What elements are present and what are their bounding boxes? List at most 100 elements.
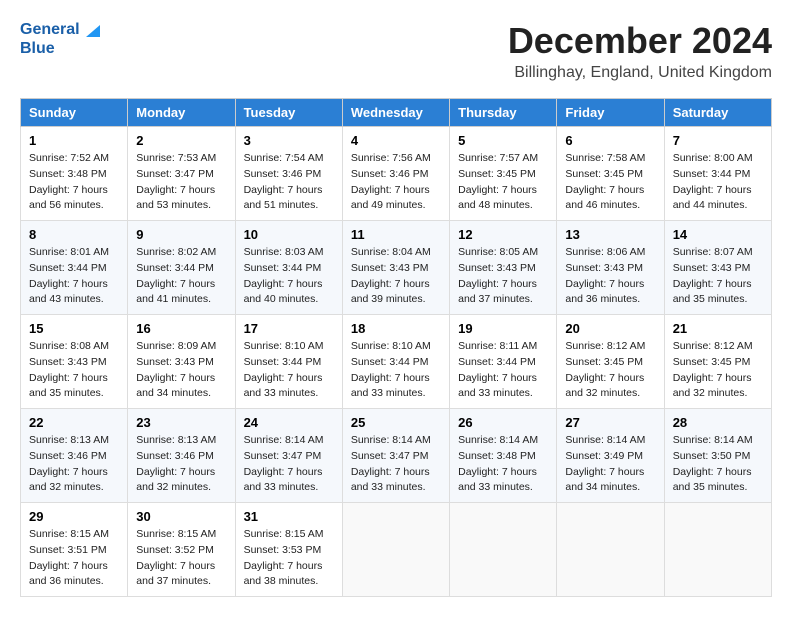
day-detail: Sunrise: 8:03 AMSunset: 3:44 PMDaylight:…: [244, 245, 334, 308]
day-number: 5: [458, 133, 548, 148]
day-detail: Sunrise: 8:15 AMSunset: 3:51 PMDaylight:…: [29, 527, 119, 590]
week-row-2: 8 Sunrise: 8:01 AMSunset: 3:44 PMDaylight…: [21, 221, 772, 315]
day-detail: Sunrise: 8:10 AMSunset: 3:44 PMDaylight:…: [244, 339, 334, 402]
day-detail: Sunrise: 8:06 AMSunset: 3:43 PMDaylight:…: [565, 245, 655, 308]
logo: General Blue: [20, 20, 100, 58]
day-number: 20: [565, 321, 655, 336]
day-number: 27: [565, 415, 655, 430]
day-number: 12: [458, 227, 548, 242]
day-detail: Sunrise: 8:12 AMSunset: 3:45 PMDaylight:…: [565, 339, 655, 402]
day-number: 1: [29, 133, 119, 148]
week-row-1: 1 Sunrise: 7:52 AMSunset: 3:48 PMDaylight…: [21, 127, 772, 221]
day-number: 4: [351, 133, 441, 148]
day-number: 25: [351, 415, 441, 430]
day-number: 30: [136, 509, 226, 524]
day-detail: Sunrise: 8:13 AMSunset: 3:46 PMDaylight:…: [136, 433, 226, 496]
weekday-header-row: SundayMondayTuesdayWednesdayThursdayFrid…: [21, 99, 772, 127]
weekday-header-sunday: Sunday: [21, 99, 128, 127]
day-detail: Sunrise: 7:57 AMSunset: 3:45 PMDaylight:…: [458, 151, 548, 214]
week-row-4: 22 Sunrise: 8:13 AMSunset: 3:46 PMDayligh…: [21, 409, 772, 503]
day-cell-15: 15Sunrise: 8:08 AMSunset: 3:43 PMDayligh…: [21, 315, 128, 409]
day-cell-7: 7 Sunrise: 8:00 AMSunset: 3:44 PMDaylight…: [664, 127, 771, 221]
day-number: 16: [136, 321, 226, 336]
weekday-header-wednesday: Wednesday: [342, 99, 449, 127]
calendar-table: SundayMondayTuesdayWednesdayThursdayFrid…: [20, 98, 772, 597]
day-detail: Sunrise: 7:53 AMSunset: 3:47 PMDaylight:…: [136, 151, 226, 214]
day-cell-20: 20 Sunrise: 8:12 AMSunset: 3:45 PMDayligh…: [557, 315, 664, 409]
day-cell-27: 27 Sunrise: 8:14 AMSunset: 3:49 PMDayligh…: [557, 409, 664, 503]
day-number: 28: [673, 415, 763, 430]
day-cell-21: 21 Sunrise: 8:12 AMSunset: 3:45 PMDayligh…: [664, 315, 771, 409]
day-cell-28: 28 Sunrise: 8:14 AMSunset: 3:50 PMDayligh…: [664, 409, 771, 503]
day-cell-4: 4 Sunrise: 7:56 AMSunset: 3:46 PMDaylight…: [342, 127, 449, 221]
day-detail: Sunrise: 8:15 AMSunset: 3:53 PMDaylight:…: [244, 527, 334, 590]
day-number: 7: [673, 133, 763, 148]
title-area: December 2024 Billinghay, England, Unite…: [508, 20, 772, 82]
day-cell-3: 3Sunrise: 7:54 AMSunset: 3:46 PMDaylight…: [235, 127, 342, 221]
logo-blue: Blue: [20, 39, 100, 58]
day-cell-5: 5 Sunrise: 7:57 AMSunset: 3:45 PMDaylight…: [450, 127, 557, 221]
weekday-header-monday: Monday: [128, 99, 235, 127]
day-detail: Sunrise: 8:14 AMSunset: 3:50 PMDaylight:…: [673, 433, 763, 496]
day-cell-14: 14Sunrise: 8:07 AMSunset: 3:43 PMDayligh…: [664, 221, 771, 315]
day-cell-18: 18Sunrise: 8:10 AMSunset: 3:44 PMDayligh…: [342, 315, 449, 409]
day-cell-29: 29Sunrise: 8:15 AMSunset: 3:51 PMDayligh…: [21, 503, 128, 597]
day-number: 6: [565, 133, 655, 148]
day-cell-16: 16 Sunrise: 8:09 AMSunset: 3:43 PMDayligh…: [128, 315, 235, 409]
day-detail: Sunrise: 8:15 AMSunset: 3:52 PMDaylight:…: [136, 527, 226, 590]
day-detail: Sunrise: 7:52 AMSunset: 3:48 PMDaylight:…: [29, 151, 119, 214]
day-number: 22: [29, 415, 119, 430]
weekday-header-thursday: Thursday: [450, 99, 557, 127]
day-number: 10: [244, 227, 334, 242]
page-header: General Blue December 2024 Billinghay, E…: [20, 20, 772, 82]
day-number: 19: [458, 321, 548, 336]
empty-cell: [450, 503, 557, 597]
day-number: 8: [29, 227, 119, 242]
day-number: 31: [244, 509, 334, 524]
day-number: 15: [29, 321, 119, 336]
day-detail: Sunrise: 8:14 AMSunset: 3:47 PMDaylight:…: [351, 433, 441, 496]
day-cell-11: 11Sunrise: 8:04 AMSunset: 3:43 PMDayligh…: [342, 221, 449, 315]
day-cell-26: 26Sunrise: 8:14 AMSunset: 3:48 PMDayligh…: [450, 409, 557, 503]
day-number: 24: [244, 415, 334, 430]
day-cell-25: 25 Sunrise: 8:14 AMSunset: 3:47 PMDayligh…: [342, 409, 449, 503]
day-detail: Sunrise: 7:58 AMSunset: 3:45 PMDaylight:…: [565, 151, 655, 214]
week-row-3: 15Sunrise: 8:08 AMSunset: 3:43 PMDayligh…: [21, 315, 772, 409]
day-cell-2: 2 Sunrise: 7:53 AMSunset: 3:47 PMDaylight…: [128, 127, 235, 221]
day-number: 17: [244, 321, 334, 336]
day-detail: Sunrise: 8:00 AMSunset: 3:44 PMDaylight:…: [673, 151, 763, 214]
day-number: 2: [136, 133, 226, 148]
day-cell-17: 17 Sunrise: 8:10 AMSunset: 3:44 PMDayligh…: [235, 315, 342, 409]
logo-general: General: [20, 20, 80, 39]
day-number: 21: [673, 321, 763, 336]
day-number: 9: [136, 227, 226, 242]
day-detail: Sunrise: 8:01 AMSunset: 3:44 PMDaylight:…: [29, 245, 119, 308]
day-detail: Sunrise: 8:11 AMSunset: 3:44 PMDaylight:…: [458, 339, 548, 402]
day-detail: Sunrise: 7:56 AMSunset: 3:46 PMDaylight:…: [351, 151, 441, 214]
day-detail: Sunrise: 8:14 AMSunset: 3:49 PMDaylight:…: [565, 433, 655, 496]
day-detail: Sunrise: 8:13 AMSunset: 3:46 PMDaylight:…: [29, 433, 119, 496]
day-cell-12: 12Sunrise: 8:05 AMSunset: 3:43 PMDayligh…: [450, 221, 557, 315]
weekday-header-tuesday: Tuesday: [235, 99, 342, 127]
day-cell-8: 8 Sunrise: 8:01 AMSunset: 3:44 PMDaylight…: [21, 221, 128, 315]
day-number: 23: [136, 415, 226, 430]
day-number: 3: [244, 133, 334, 148]
day-detail: Sunrise: 8:12 AMSunset: 3:45 PMDaylight:…: [673, 339, 763, 402]
month-title: December 2024: [508, 20, 772, 62]
day-number: 14: [673, 227, 763, 242]
day-cell-10: 10 Sunrise: 8:03 AMSunset: 3:44 PMDayligh…: [235, 221, 342, 315]
day-cell-24: 24Sunrise: 8:14 AMSunset: 3:47 PMDayligh…: [235, 409, 342, 503]
day-detail: Sunrise: 8:14 AMSunset: 3:48 PMDaylight:…: [458, 433, 548, 496]
day-detail: Sunrise: 8:02 AMSunset: 3:44 PMDaylight:…: [136, 245, 226, 308]
day-detail: Sunrise: 8:09 AMSunset: 3:43 PMDaylight:…: [136, 339, 226, 402]
empty-cell: [342, 503, 449, 597]
day-cell-13: 13Sunrise: 8:06 AMSunset: 3:43 PMDayligh…: [557, 221, 664, 315]
logo-triangle-icon: [82, 21, 100, 39]
empty-cell: [557, 503, 664, 597]
day-cell-9: 9 Sunrise: 8:02 AMSunset: 3:44 PMDaylight…: [128, 221, 235, 315]
empty-cell: [664, 503, 771, 597]
day-cell-6: 6 Sunrise: 7:58 AMSunset: 3:45 PMDaylight…: [557, 127, 664, 221]
day-cell-1: 1 Sunrise: 7:52 AMSunset: 3:48 PMDaylight…: [21, 127, 128, 221]
weekday-header-friday: Friday: [557, 99, 664, 127]
location-subtitle: Billinghay, England, United Kingdom: [508, 64, 772, 82]
